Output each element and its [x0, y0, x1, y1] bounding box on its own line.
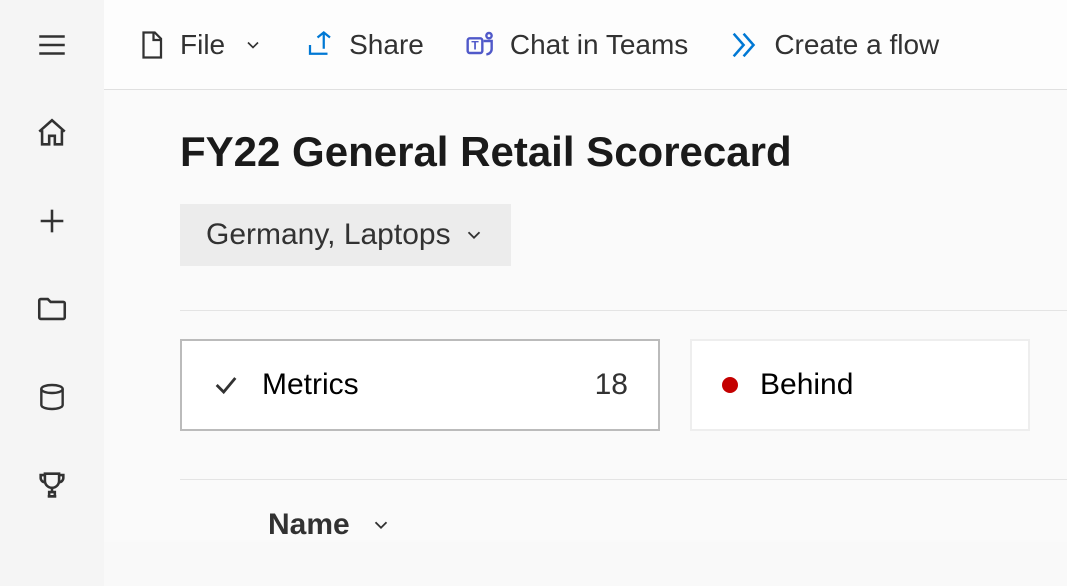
file-menu[interactable]: File [134, 28, 263, 62]
behind-card[interactable]: Behind [690, 339, 1030, 431]
chevron-down-icon [370, 514, 392, 536]
chevron-down-icon [243, 35, 263, 55]
metrics-count: 18 [595, 368, 628, 402]
checkmark-icon [212, 371, 240, 399]
folder-icon[interactable] [33, 290, 71, 328]
main-area: File Share T Chat in Teams Create a flow… [104, 0, 1067, 586]
metrics-card[interactable]: Metrics 18 [180, 339, 660, 431]
flow-icon [728, 28, 762, 62]
flow-label: Create a flow [774, 29, 939, 61]
svg-text:T: T [471, 38, 479, 52]
share-button[interactable]: Share [303, 28, 424, 62]
content-area: FY22 General Retail Scorecard Germany, L… [104, 90, 1067, 542]
chevron-down-icon [463, 224, 485, 246]
summary-cards: Metrics 18 Behind [180, 310, 1067, 431]
column-name-label: Name [268, 508, 350, 542]
column-name-header[interactable]: Name [268, 508, 392, 542]
plus-icon[interactable] [33, 202, 71, 240]
table-header-row: Name [180, 479, 1067, 542]
slicer-filter[interactable]: Germany, Laptops [180, 204, 511, 266]
status-dot-red [722, 377, 738, 393]
chat-label: Chat in Teams [510, 29, 688, 61]
page-title: FY22 General Retail Scorecard [180, 128, 1067, 176]
file-label: File [180, 29, 225, 61]
file-icon [134, 28, 168, 62]
hamburger-icon[interactable] [33, 26, 71, 64]
share-icon [303, 28, 337, 62]
behind-label: Behind [760, 368, 853, 402]
create-flow-button[interactable]: Create a flow [728, 28, 939, 62]
home-icon[interactable] [33, 114, 71, 152]
chat-teams-button[interactable]: T Chat in Teams [464, 28, 688, 62]
left-nav-rail [0, 0, 104, 586]
metrics-label: Metrics [262, 368, 359, 402]
share-label: Share [349, 29, 424, 61]
teams-icon: T [464, 28, 498, 62]
trophy-icon[interactable] [33, 466, 71, 504]
filter-label: Germany, Laptops [206, 218, 451, 252]
data-icon[interactable] [33, 378, 71, 416]
top-toolbar: File Share T Chat in Teams Create a flow [104, 0, 1067, 90]
